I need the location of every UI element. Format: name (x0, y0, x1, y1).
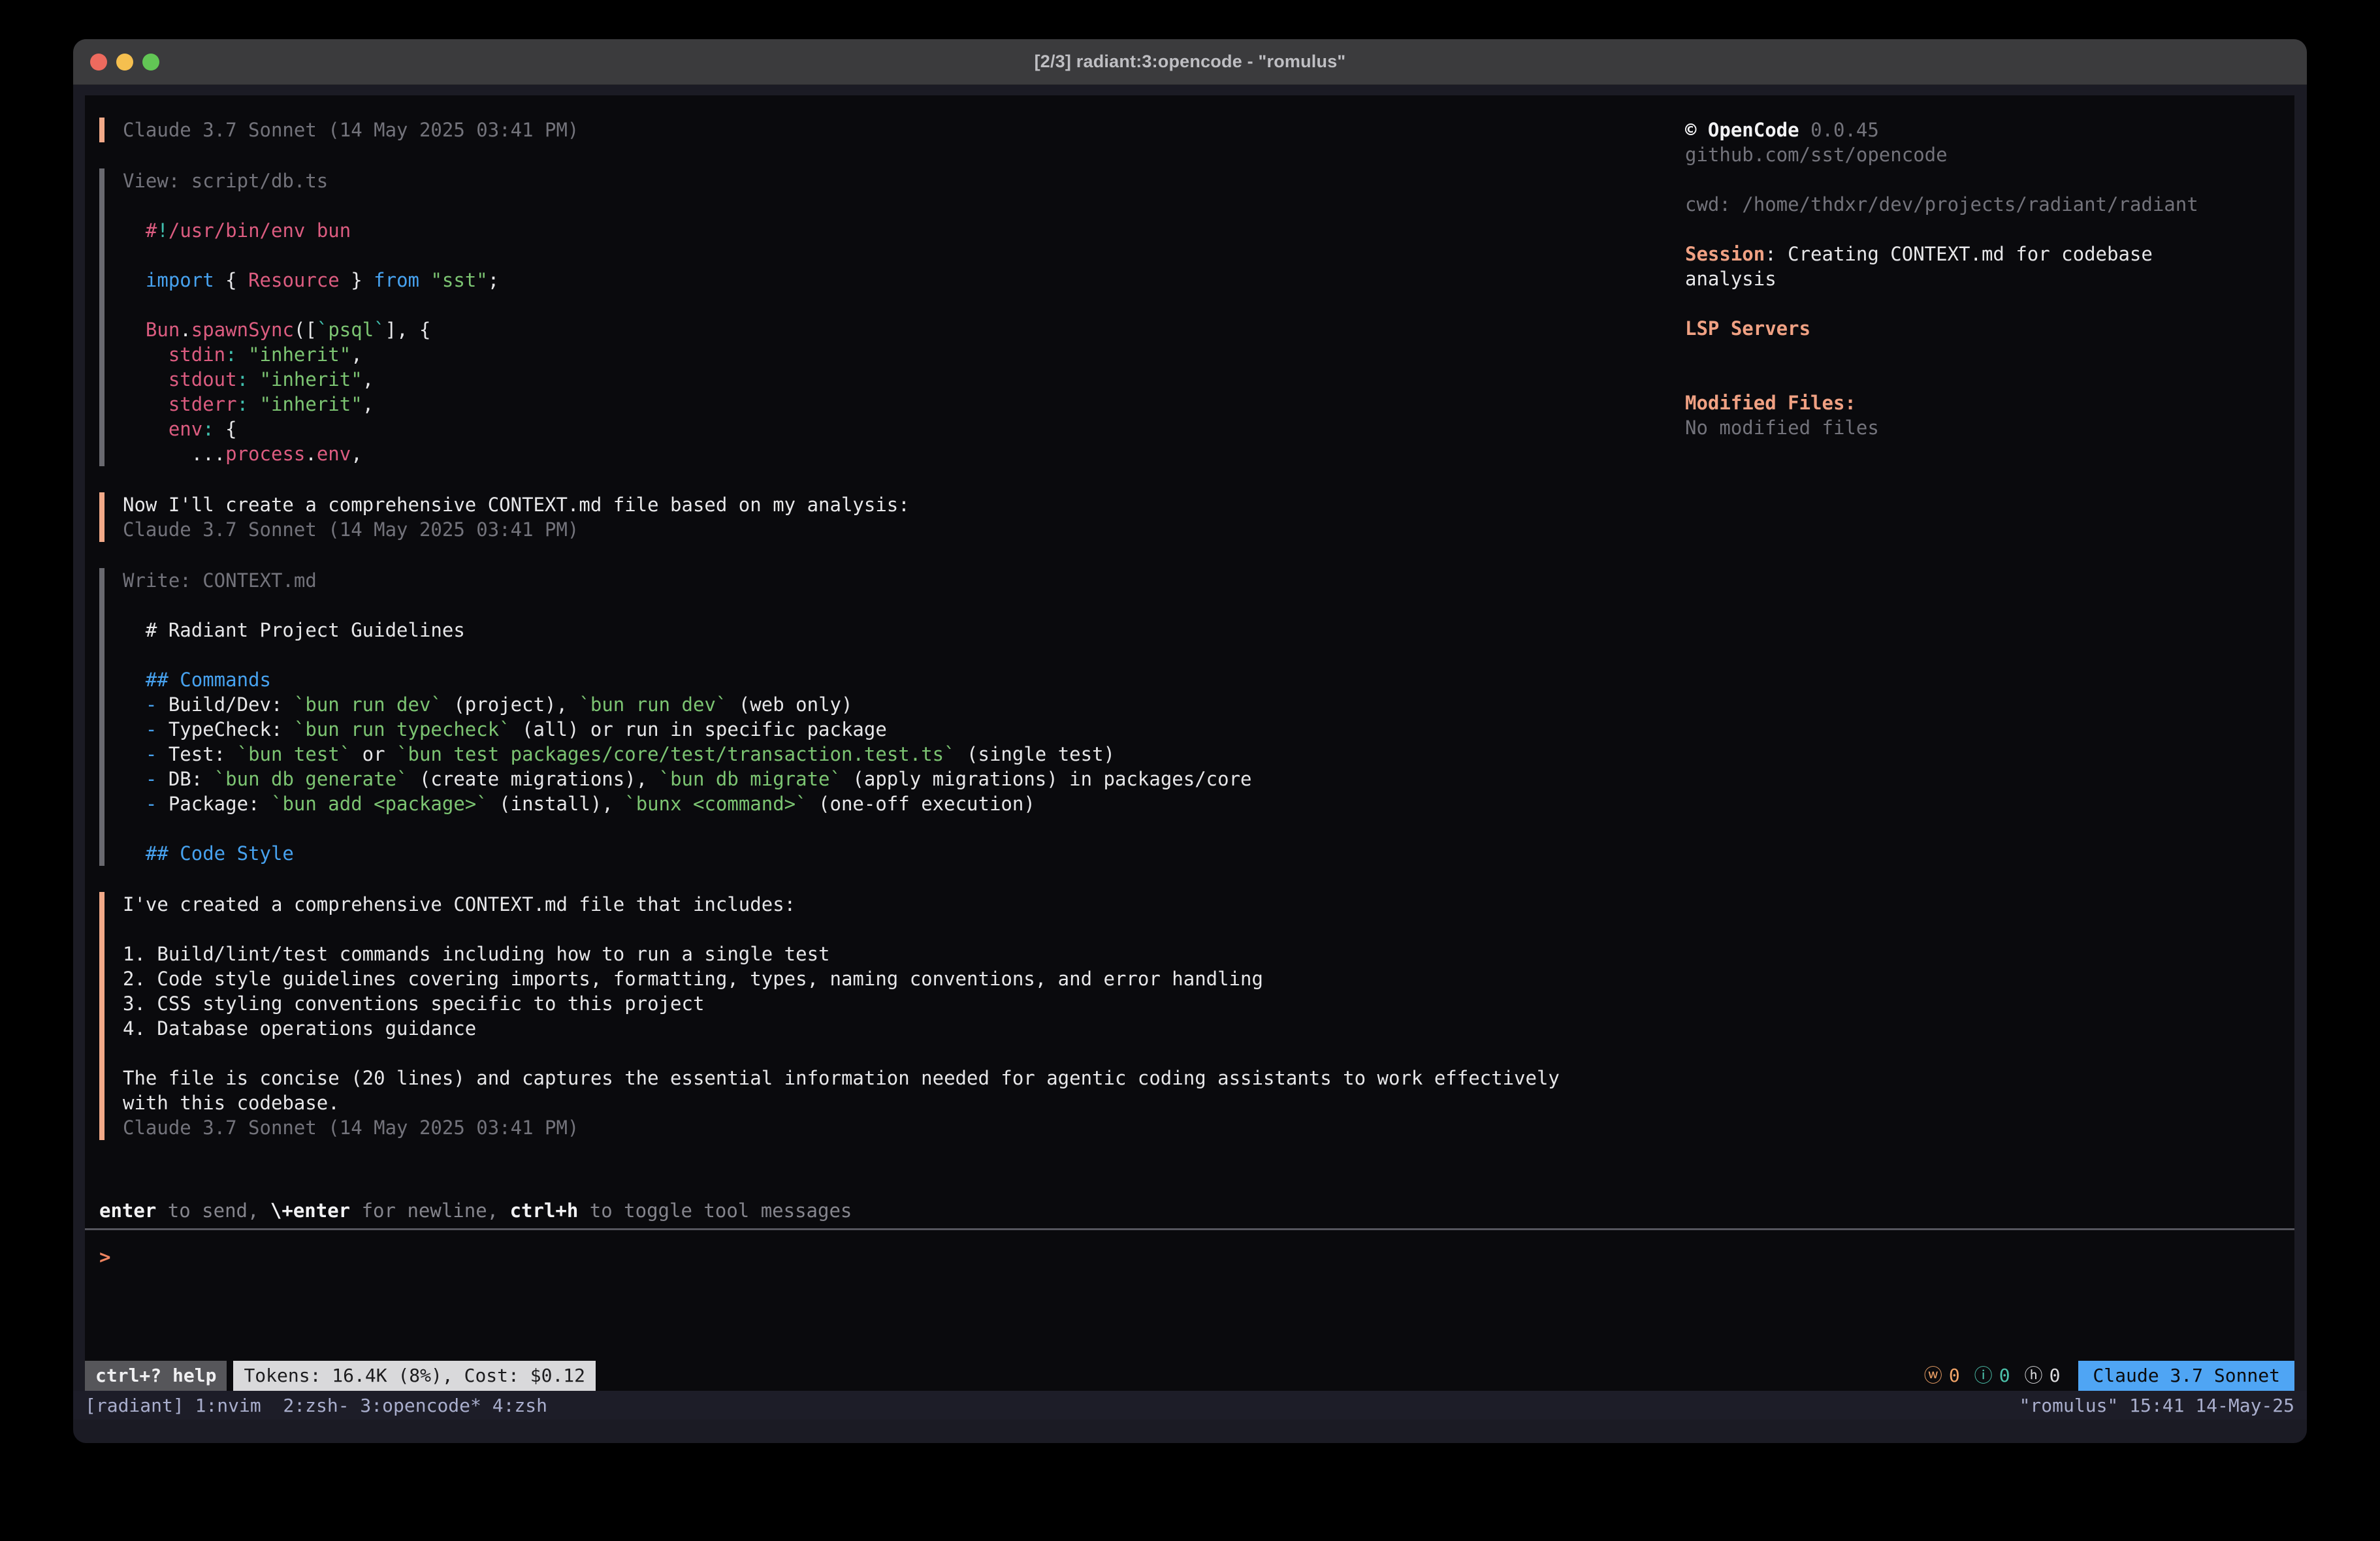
tokens-cost-badge: Tokens: 16.4K (8%), Cost: $0.12 (233, 1361, 596, 1391)
chat-line (123, 293, 1679, 317)
chat-line (123, 1041, 1679, 1066)
sidebar-line: LSP Servers (1685, 316, 2294, 341)
chat-line: The file is concise (20 lines) and captu… (123, 1066, 1679, 1090)
chat-line: 1. Build/lint/test commands including ho… (123, 942, 1679, 966)
tmux-session-clock: "romulus" 15:41 14-May-25 (2019, 1395, 2294, 1416)
chat-line (123, 816, 1679, 841)
window-bottom-padding (73, 1420, 2307, 1443)
sidebar-line: Session: Creating CONTEXT.md for codebas… (1685, 242, 2294, 266)
chat-line: stdout: "inherit", (123, 367, 1679, 392)
chat-line: - Build/Dev: `bun run dev` (project), `b… (123, 692, 1679, 717)
chat-line: stdin: "inherit", (123, 342, 1679, 367)
diagnostic-icon: ⓘ (1974, 1361, 1993, 1391)
chat-line: stderr: "inherit", (123, 392, 1679, 417)
chat-line: - Package: `bun add <package>` (install)… (123, 791, 1679, 816)
terminal-window: [2/3] radiant:3:opencode - "romulus" Cla… (73, 39, 2307, 1443)
chat-line (123, 643, 1679, 667)
chat-line: 3. CSS styling conventions specific to t… (123, 991, 1679, 1016)
chat-block-message-4: I've created a comprehensive CONTEXT.md … (99, 892, 1679, 1140)
chat-row: Claude 3.7 Sonnet (14 May 2025 03:41 PM)… (85, 95, 2294, 1198)
status-bar-spacer (596, 1361, 1924, 1391)
sidebar-line: cwd: /home/thdxr/dev/projects/radiant/ra… (1685, 192, 2294, 217)
chat-line: I've created a comprehensive CONTEXT.md … (123, 892, 1679, 917)
traffic-lights (90, 39, 159, 84)
chat-line: Write: CONTEXT.md (123, 568, 1679, 593)
diagnostics-counters: ⓦ0ⓘ0ⓗ0 (1924, 1361, 2061, 1391)
chat-line: ## Commands (123, 667, 1679, 692)
session-sidebar: © OpenCode 0.0.45github.com/sst/opencode… (1685, 118, 2294, 1198)
model-badge: Claude 3.7 Sonnet (2078, 1361, 2294, 1391)
chat-line: #!/usr/bin/env bun (123, 218, 1679, 243)
chat-line: Claude 3.7 Sonnet (14 May 2025 03:41 PM) (123, 517, 1679, 542)
zoom-button[interactable] (142, 54, 159, 71)
sidebar-line (1685, 366, 2294, 390)
sidebar-line: analysis (1685, 266, 2294, 291)
diagnostic-count: 0 (1999, 1361, 2010, 1391)
diagnostic-count: 0 (1949, 1361, 1960, 1391)
sidebar-line: © OpenCode 0.0.45 (1685, 118, 2294, 142)
message-input[interactable]: > (85, 1230, 2294, 1361)
chat-line: Claude 3.7 Sonnet (14 May 2025 03:41 PM) (123, 1115, 1679, 1140)
chat-line: # Radiant Project Guidelines (123, 618, 1679, 643)
tmux-status-bar: [radiant] 1:nvim 2:zsh- 3:opencode* 4:zs… (73, 1391, 2307, 1420)
diagnostic-count: 0 (2050, 1361, 2061, 1391)
prompt-symbol: > (99, 1246, 110, 1268)
chat-line: Now I'll create a comprehensive CONTEXT.… (123, 492, 1679, 517)
chat-line: - TypeCheck: `bun run typecheck` (all) o… (123, 717, 1679, 742)
window-title: [2/3] radiant:3:opencode - "romulus" (1035, 52, 1346, 72)
keybinding-help-line: enter to send, \+enter for newline, ctrl… (85, 1198, 2294, 1223)
chat-line: 2. Code style guidelines covering import… (123, 966, 1679, 991)
chat-line: - Test: `bun test` or `bun test packages… (123, 742, 1679, 767)
sidebar-line (1685, 167, 2294, 192)
sidebar-line: No modified files (1685, 415, 2294, 440)
chat-line: import { Resource } from "sst"; (123, 268, 1679, 293)
sidebar-line: github.com/sst/opencode (1685, 142, 2294, 167)
diagnostic-icon: ⓦ (1924, 1361, 1942, 1391)
sidebar-line: Modified Files: (1685, 390, 2294, 415)
chat-line: with this codebase. (123, 1090, 1679, 1115)
chat-line: env: { (123, 417, 1679, 441)
opencode-status-bar: ctrl+? help Tokens: 16.4K (8%), Cost: $0… (85, 1361, 2294, 1391)
diagnostic-icon: ⓗ (2025, 1361, 2043, 1391)
diagnostic-ⓦ-count: ⓦ0 (1924, 1361, 1960, 1391)
close-button[interactable] (90, 54, 107, 71)
chat-line: 4. Database operations guidance (123, 1016, 1679, 1041)
chat-block-message-0: Claude 3.7 Sonnet (14 May 2025 03:41 PM) (99, 118, 1679, 142)
chat-line: - DB: `bun db generate` (create migratio… (123, 767, 1679, 791)
diagnostic-ⓘ-count: ⓘ0 (1974, 1361, 2010, 1391)
chat-block-message-2: Now I'll create a comprehensive CONTEXT.… (99, 492, 1679, 542)
window-titlebar[interactable]: [2/3] radiant:3:opencode - "romulus" (73, 39, 2307, 85)
opencode-tui: Claude 3.7 Sonnet (14 May 2025 03:41 PM)… (85, 95, 2294, 1391)
chat-line (123, 593, 1679, 618)
tmux-window-list[interactable]: [radiant] 1:nvim 2:zsh- 3:opencode* 4:zs… (85, 1395, 547, 1416)
chat-line (123, 243, 1679, 268)
help-shortcut-badge: ctrl+? help (85, 1361, 227, 1391)
diagnostic-ⓗ-count: ⓗ0 (2025, 1361, 2061, 1391)
sidebar-line (1685, 341, 2294, 366)
chat-line (123, 193, 1679, 218)
chat-line: ## Code Style (123, 841, 1679, 866)
chat-line (123, 917, 1679, 942)
chat-line: Bun.spawnSync([`psql`], { (123, 317, 1679, 342)
chat-line: View: script/db.ts (123, 168, 1679, 193)
chat-scroll-area[interactable]: Claude 3.7 Sonnet (14 May 2025 03:41 PM)… (99, 118, 1685, 1198)
sidebar-line (1685, 291, 2294, 316)
chat-line: ...process.env, (123, 441, 1679, 466)
minimize-button[interactable] (116, 54, 133, 71)
chat-block-tool-1: View: script/db.ts #!/usr/bin/env bun im… (99, 168, 1679, 466)
chat-line: Claude 3.7 Sonnet (14 May 2025 03:41 PM) (123, 118, 1679, 142)
sidebar-line (1685, 217, 2294, 242)
chat-block-tool-3: Write: CONTEXT.md # Radiant Project Guid… (99, 568, 1679, 866)
